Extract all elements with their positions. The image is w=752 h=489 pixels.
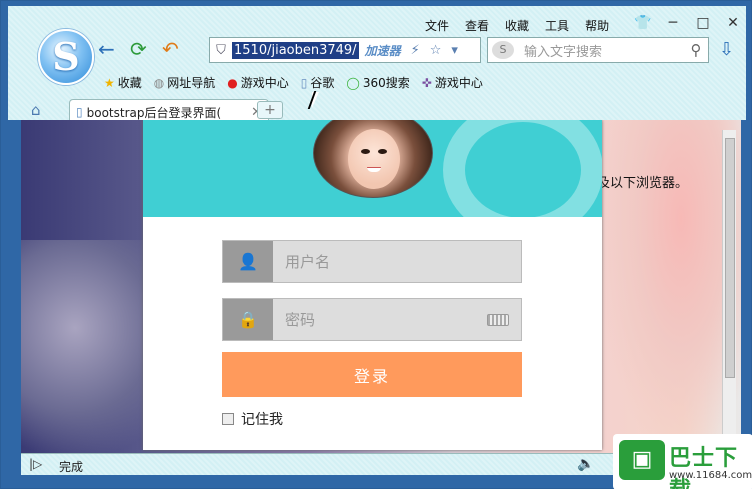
- background-art-right: [601, 120, 741, 450]
- game-s-icon: ●: [227, 75, 238, 90]
- new-tab-button[interactable]: +: [257, 101, 283, 119]
- scrollbar-thumb[interactable]: [725, 138, 735, 378]
- menu-tools[interactable]: 工具: [545, 17, 569, 34]
- browser-notice-text: 及以下浏览器。: [597, 176, 689, 191]
- username-placeholder: 用户名: [285, 253, 331, 271]
- menu-help[interactable]: 帮助: [585, 17, 609, 34]
- vertical-scrollbar[interactable]: [722, 130, 736, 448]
- bookmark-nav[interactable]: ◍ 网址导航: [154, 74, 216, 91]
- accelerator-label[interactable]: 加速器: [365, 42, 401, 59]
- lock-icon: 🔒: [223, 299, 273, 340]
- password-field[interactable]: 🔒 密码: [222, 298, 522, 341]
- page-icon: ▯: [76, 105, 83, 119]
- browser-logo[interactable]: S: [38, 29, 94, 85]
- maximize-icon[interactable]: □: [688, 15, 718, 31]
- remember-checkbox[interactable]: [222, 413, 234, 425]
- menu-favorites[interactable]: 收藏: [505, 17, 529, 34]
- star-icon: ★: [104, 75, 115, 90]
- bookmark-360-search[interactable]: ◯ 360搜索: [346, 74, 409, 91]
- search-placeholder: 输入文字搜索: [524, 44, 603, 60]
- gamepad-icon: ✜: [421, 75, 432, 90]
- watermark: ▣ 巴士下载 www.11684.com: [613, 434, 752, 489]
- avatar-face: [348, 129, 400, 189]
- user-icon: 👤: [223, 241, 273, 282]
- remember-label: 记住我: [241, 412, 283, 428]
- login-panel: 👤 用户名 🔒 密码 登录 记住我: [143, 120, 602, 450]
- 360-icon: ◯: [346, 75, 360, 90]
- search-box[interactable]: S 输入文字搜索 ⚲: [487, 37, 709, 63]
- dropdown-icon[interactable]: ▾: [451, 43, 458, 58]
- password-placeholder: 密码: [285, 311, 316, 329]
- menu-view[interactable]: 查看: [465, 17, 489, 34]
- download-icon[interactable]: ⇩: [719, 39, 734, 60]
- globe-icon: ◍: [153, 75, 165, 90]
- browser-window: S 文件 查看 收藏 工具 帮助 👕 ─ □ ✕ ← ⟳ ↶ ⛉ 1510/ji…: [0, 0, 752, 489]
- logo-s-icon: S: [52, 34, 80, 79]
- tab-title: bootstrap后台登录界面(: [86, 105, 222, 120]
- window-controls: 👕 ─ □ ✕: [628, 15, 748, 31]
- bookmarks-bar: ★ 收藏 ◍ 网址导航 ● 游戏中心 ▯ 谷歌 ◯ 360搜索 ✜ 游戏中心: [104, 74, 495, 91]
- security-shield-icon: ⛉: [216, 42, 226, 58]
- remember-me[interactable]: 记住我: [222, 409, 283, 429]
- bookmark-game-center[interactable]: ● 游戏中心: [227, 74, 289, 91]
- search-icon[interactable]: ⚲: [684, 41, 708, 59]
- skin-icon[interactable]: 👕: [628, 15, 658, 31]
- sidebar-toggle-icon[interactable]: |▷: [29, 457, 42, 471]
- page-icon: ▯: [300, 75, 308, 90]
- undo-icon[interactable]: ↶: [162, 39, 179, 59]
- home-icon[interactable]: ⌂: [31, 101, 41, 119]
- url-text[interactable]: 1510/jiaoben3749/: [232, 41, 359, 59]
- web-content: 及以下浏览器。 👤 用户名 🔒 密码 登录 记住我: [21, 120, 741, 453]
- search-engine-icon[interactable]: S: [492, 41, 514, 59]
- username-field[interactable]: 👤 用户名: [222, 240, 522, 283]
- watermark-url: www.11684.com: [669, 470, 752, 481]
- avatar-eye: [361, 149, 370, 154]
- star-outline-icon[interactable]: ☆: [430, 43, 442, 58]
- header-decoration: [443, 120, 602, 217]
- menu-file[interactable]: 文件: [425, 17, 449, 34]
- keyboard-icon[interactable]: [487, 313, 509, 326]
- volume-icon[interactable]: 🔈: [577, 456, 594, 472]
- avatar-eye: [378, 149, 387, 154]
- status-text: 完成: [59, 460, 84, 474]
- close-icon[interactable]: ✕: [718, 15, 748, 31]
- browser-chrome: S 文件 查看 收藏 工具 帮助 👕 ─ □ ✕ ← ⟳ ↶ ⛉ 1510/ji…: [8, 6, 748, 124]
- refresh-icon[interactable]: ⟳: [130, 39, 147, 59]
- minimize-icon[interactable]: ─: [658, 15, 688, 31]
- watermark-name: 巴士下载: [669, 446, 739, 489]
- menu-bar: 文件 查看 收藏 工具 帮助: [425, 17, 625, 34]
- login-button[interactable]: 登录: [222, 352, 522, 397]
- lightning-icon[interactable]: ⚡: [411, 43, 420, 58]
- bookmark-game-center-2[interactable]: ✜ 游戏中心: [422, 74, 483, 91]
- address-bar[interactable]: ⛉ 1510/jiaoben3749/ 加速器 ⚡ ☆ ▾: [209, 37, 481, 63]
- mouse-cursor-icon: [312, 92, 319, 108]
- back-icon[interactable]: ←: [98, 39, 115, 59]
- watermark-logo-icon: ▣: [619, 440, 665, 480]
- bookmark-google[interactable]: ▯ 谷歌: [301, 74, 335, 91]
- bookmark-favorites[interactable]: ★ 收藏: [104, 74, 142, 91]
